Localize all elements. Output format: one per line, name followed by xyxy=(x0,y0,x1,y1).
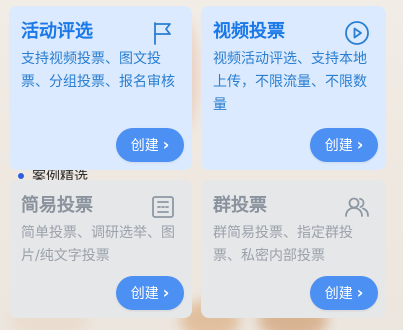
card-description: 支持视频投票、图文投票、分组投票、报名审核 xyxy=(21,51,175,90)
chevron-right-icon: › xyxy=(356,283,364,302)
create-button[interactable]: 创建 › xyxy=(310,128,378,162)
card-description: 群简易投票、指定群投票、私密内部投票 xyxy=(213,225,353,264)
play-icon xyxy=(344,20,370,46)
chevron-right-icon: › xyxy=(356,135,364,154)
card-group-vote[interactable]: 群投票 群简易投票、指定群投票、私密内部投票 创建 › xyxy=(201,180,386,318)
bullet-icon xyxy=(18,173,24,179)
card-description: 简单投票、调研选举、图片/纯文字投票 xyxy=(21,225,175,264)
chevron-right-icon: › xyxy=(162,283,170,302)
card-activity-vote[interactable]: 活动评选 支持视频投票、图文投票、分组投票、报名审核 创建 › xyxy=(9,6,192,170)
group-icon xyxy=(344,194,370,220)
card-description: 视频活动评选、支持本地上传，不限流量、不限数量 xyxy=(213,51,367,113)
card-simple-vote[interactable]: 简易投票 简单投票、调研选举、图片/纯文字投票 创建 › xyxy=(9,180,192,318)
list-icon xyxy=(150,194,176,220)
create-button[interactable]: 创建 › xyxy=(310,276,378,310)
create-button[interactable]: 创建 › xyxy=(116,128,184,162)
card-video-vote[interactable]: 视频投票 视频活动评选、支持本地上传，不限流量、不限数量 创建 › xyxy=(201,6,386,170)
flag-icon xyxy=(150,20,176,46)
chevron-right-icon: › xyxy=(162,135,170,154)
create-button[interactable]: 创建 › xyxy=(116,276,184,310)
